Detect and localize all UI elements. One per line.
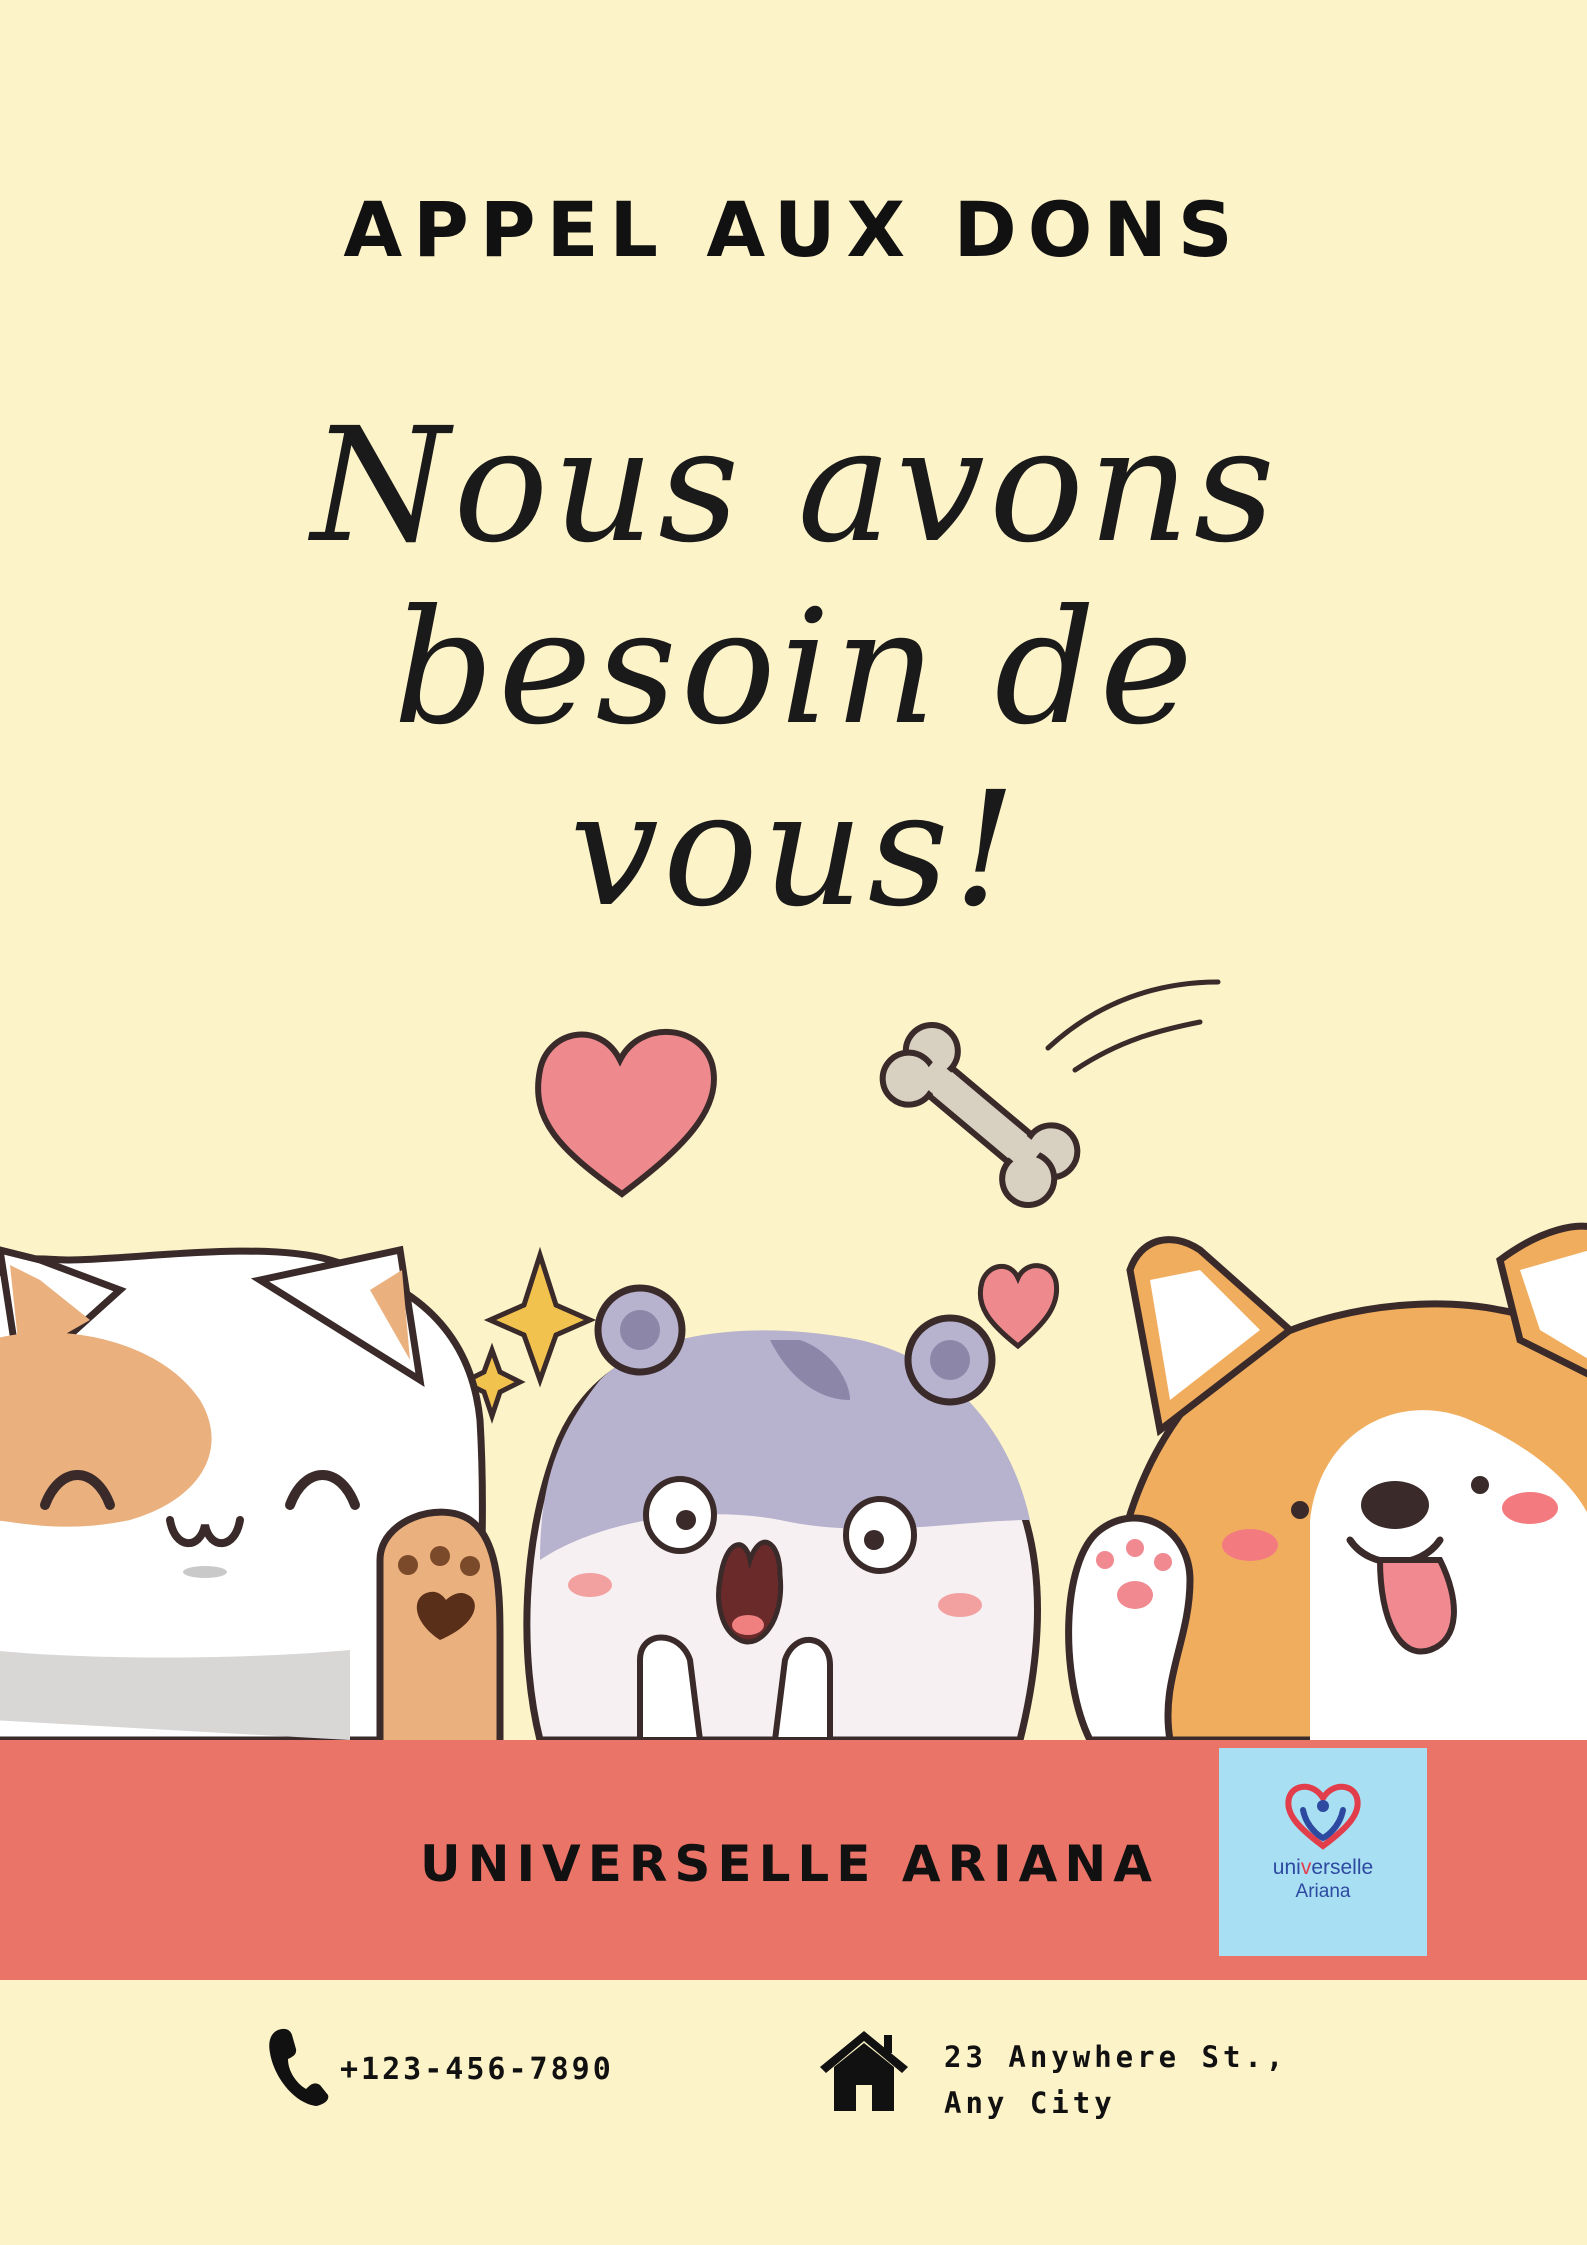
dog-icon [1065, 1222, 1587, 1744]
headline-line-2: besoin de [392, 576, 1197, 760]
headline-line-1: Nous avons [311, 394, 1279, 578]
phone-icon [269, 2028, 329, 2106]
bone-icon [879, 1022, 1081, 1208]
logo-wordmark: universelle [1272, 1856, 1374, 1879]
hamster-icon [523, 1284, 1041, 1744]
motion-lines [1045, 979, 1221, 1073]
heart-icon [535, 1028, 717, 1198]
address-line-2: Any City [944, 2086, 1116, 2120]
sparkle-icon [458, 1246, 597, 1424]
small-heart-icon [977, 1263, 1060, 1350]
logo-subtitle: Ariana [1295, 1881, 1351, 1902]
phone-number: +123-456-7890 [340, 2052, 614, 2087]
organization-name: UNIVERSELLE ARIANA [420, 1835, 1159, 1893]
organization-logo: universelle Ariana [1219, 1748, 1427, 1956]
animals-illustration [0, 979, 1587, 1750]
headline-line-3: vous! [569, 758, 1021, 942]
call-for-donations-title: APPEL AUX DONS [343, 185, 1244, 274]
address-line-1: 23 Anywhere St., [944, 2040, 1288, 2074]
home-icon [820, 2031, 908, 2111]
headline: Nous avons besoin de vous! [150, 395, 1440, 941]
cat-icon [0, 1245, 504, 1750]
address: 23 Anywhere St., Any City [944, 2034, 1287, 2126]
logo-heart-icon [1285, 1783, 1361, 1850]
